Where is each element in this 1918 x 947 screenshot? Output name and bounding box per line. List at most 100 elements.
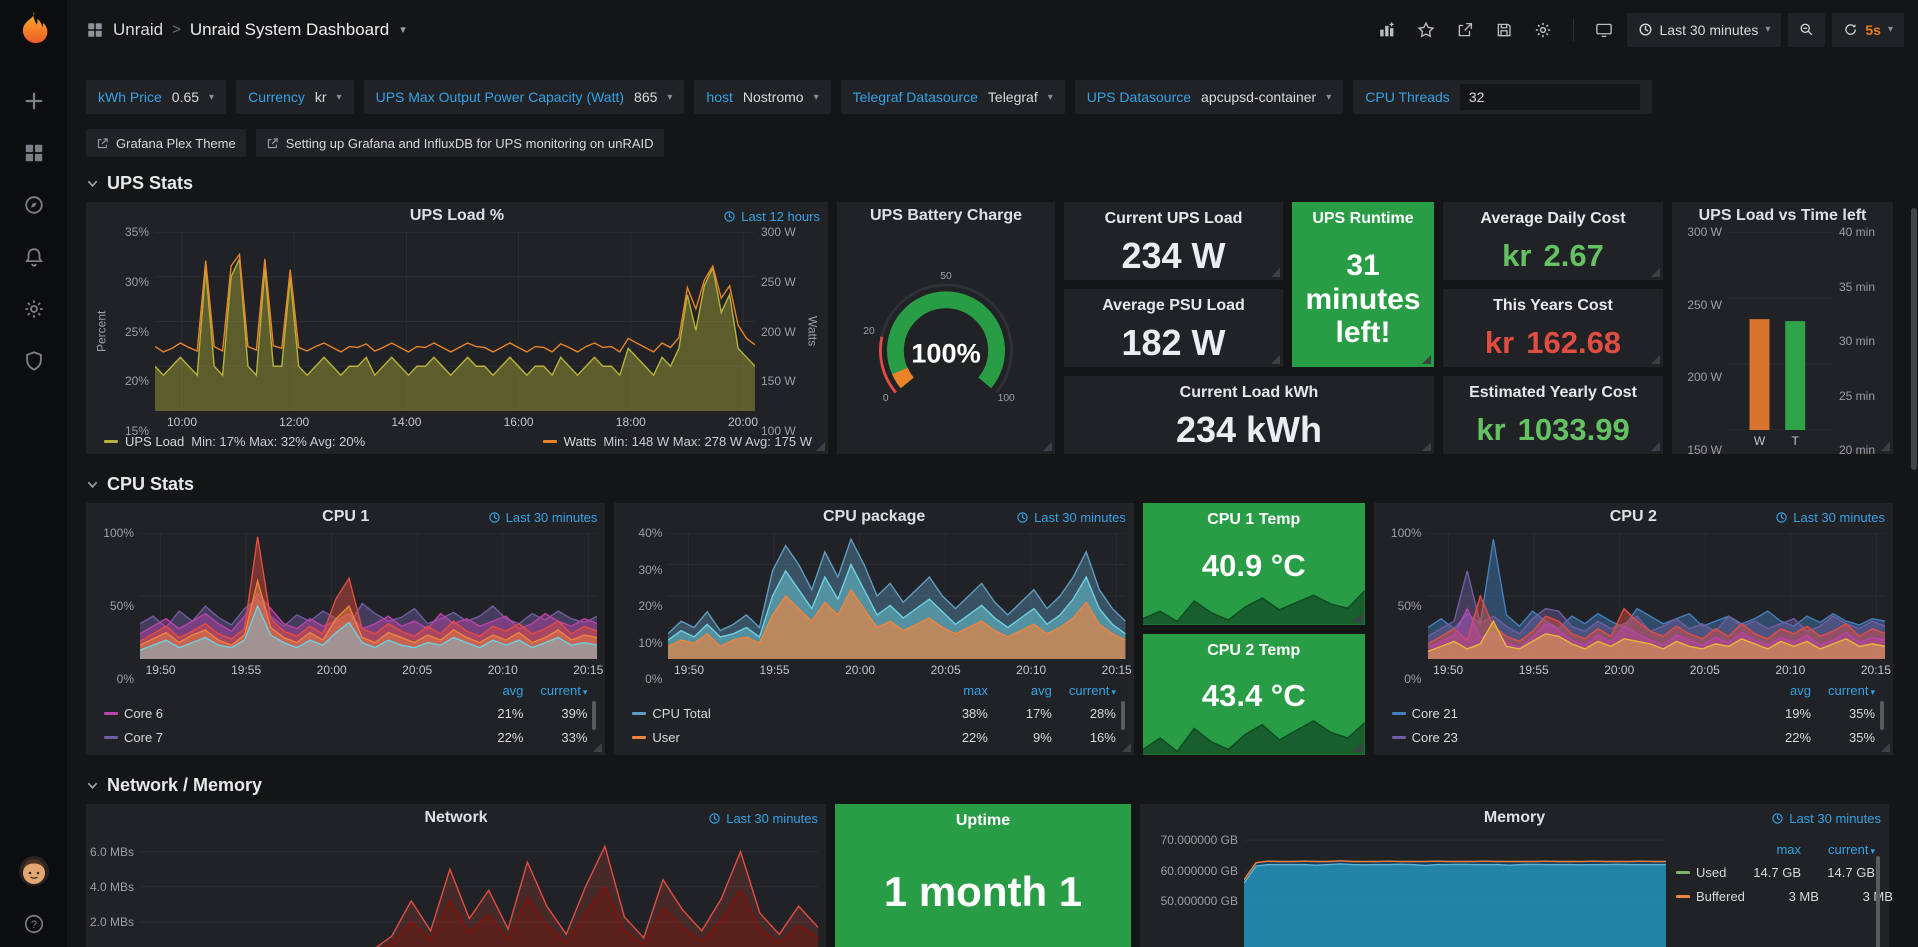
variable-currency[interactable]: Currencykr▾ [236,80,354,114]
variable-ups-datasource[interactable]: UPS Datasourceapcupsd-container▾ [1075,80,1344,114]
panel-title[interactable]: CPU 2 Temp [1143,634,1365,664]
links-row: Grafana Plex Theme Setting up Grafana and… [86,129,1918,157]
y-tick: 15% [125,424,149,438]
star-dashboard-button[interactable] [1410,14,1442,46]
plot-area[interactable] [1244,834,1666,947]
panel-time-range[interactable]: Last 30 minutes [708,804,818,832]
panel-cpu2-temp: CPU 2 Temp 43.4 °C [1143,634,1365,756]
panel-title[interactable]: This Years Cost [1443,289,1663,319]
panel-time-range[interactable]: Last 30 minutes [1016,503,1126,531]
plot-area[interactable] [1428,533,1885,659]
variable-telegraf-datasource[interactable]: Telegraf DatasourceTelegraf▾ [841,80,1065,114]
variable-label: CPU Threads [1365,89,1450,105]
panel-title[interactable]: CPU 1 [322,508,369,526]
legend-column-current[interactable]: current▾ [1811,683,1875,698]
legend-series-name[interactable]: Watts [564,434,597,449]
legend-series-name[interactable]: Core 21 [1412,706,1747,721]
user-avatar[interactable] [18,855,50,887]
legend-column-current[interactable]: current▾ [1801,842,1875,857]
sidebar-configuration-gear-icon[interactable] [21,296,47,322]
sidebar-alerting-icon[interactable] [21,244,47,270]
chevron-down-icon[interactable]: ▾ [400,23,406,36]
legend-column-current[interactable]: current▾ [523,683,587,698]
sidebar-admin-shield-icon[interactable] [21,348,47,374]
share-dashboard-button[interactable] [1449,14,1481,46]
time-range-picker[interactable]: Last 30 minutes ▾ [1627,13,1782,47]
y-tick: 150 W [761,374,796,388]
panel-cpu1-temp: CPU 1 Temp 40.9 °C [1143,503,1365,625]
sidebar-create-icon[interactable] [21,88,47,114]
section-header-network-memory[interactable]: Network / Memory [86,775,1918,796]
dashboard-link[interactable]: Setting up Grafana and InfluxDB for UPS … [256,129,664,157]
breadcrumb-folder[interactable]: Unraid [113,20,163,40]
legend-series-name[interactable]: CPU Total [652,706,923,721]
plot-area[interactable] [668,533,1125,659]
legend-scrollbar[interactable] [1121,701,1125,747]
panel-title[interactable]: Uptime [835,804,1131,834]
panel-title[interactable]: UPS Load % [410,207,504,225]
variable-input[interactable] [1460,84,1640,110]
help-icon[interactable]: ? [21,911,47,937]
panel-title[interactable]: Current UPS Load [1064,202,1283,232]
panel-title[interactable]: UPS Runtime [1292,202,1434,232]
refresh-controls[interactable]: 5s ▾ [1832,13,1904,47]
panel-time-range[interactable]: Last 30 minutes [488,503,598,531]
legend-column-avg[interactable]: avg [988,683,1052,698]
sidebar-dashboards-icon[interactable] [21,140,47,166]
zoom-out-button[interactable] [1788,13,1825,47]
section-header-ups[interactable]: UPS Stats [86,173,1918,194]
panel-title[interactable]: UPS Battery Charge [870,207,1022,225]
panel-title[interactable]: Current Load kWh [1064,376,1434,406]
tv-mode-button[interactable] [1588,14,1620,46]
dashboard-link[interactable]: Grafana Plex Theme [86,129,246,157]
variable-value: kr [315,89,327,105]
panel-title[interactable]: Estimated Yearly Cost [1443,376,1663,406]
plot-area[interactable] [1728,232,1833,430]
chevron-down-icon: ▾ [1765,24,1770,35]
plot-area[interactable] [140,533,597,659]
legend-series-name[interactable]: Used [1696,865,1727,880]
variable-kwh-price[interactable]: kWh Price0.65▾ [86,80,226,114]
legend-row: Core 2322%35% [1392,725,1875,749]
page-scrollbar-thumb[interactable] [1911,208,1917,470]
legend-scrollbar[interactable] [1880,701,1884,747]
legend-series-name[interactable]: Core 6 [124,706,459,721]
legend-series-name[interactable]: User [652,730,923,745]
variable-cpu-threads[interactable]: CPU Threads [1353,80,1652,114]
add-panel-button[interactable] [1371,14,1403,46]
panel-title[interactable]: Memory [1484,809,1545,827]
grafana-logo[interactable] [14,10,54,50]
section-header-cpu[interactable]: CPU Stats [86,474,1918,495]
panel-title[interactable]: UPS Load vs Time left [1699,207,1867,225]
panel-title[interactable]: Network [424,809,487,827]
legend-series-name[interactable]: Buffered [1696,889,1745,904]
panel-title[interactable]: CPU 1 Temp [1143,503,1365,533]
legend-column-max[interactable]: max [1727,842,1801,857]
panel-title[interactable]: CPU package [823,508,925,526]
panel-title[interactable]: Average PSU Load [1064,289,1283,319]
legend-series-name[interactable]: Core 23 [1412,730,1747,745]
save-dashboard-button[interactable] [1488,14,1520,46]
variable-ups-max-output-power-capacity-watt-[interactable]: UPS Max Output Power Capacity (Watt)865▾ [364,80,685,114]
legend-column-avg[interactable]: avg [1747,683,1811,698]
panel-time-range[interactable]: Last 30 minutes [1775,503,1885,531]
panel-title[interactable]: Average Daily Cost [1443,202,1663,232]
breadcrumb-dashboard-title[interactable]: Unraid System Dashboard [190,20,389,40]
legend-series-name[interactable]: Core 7 [124,730,459,745]
panel-time-range[interactable]: Last 30 minutes [1771,804,1881,832]
legend-column-current[interactable]: current▾ [1052,683,1116,698]
legend-color-swatch [104,440,118,443]
legend-scrollbar[interactable] [1876,856,1880,947]
plot-area[interactable] [155,232,755,411]
navbar-actions: Last 30 minutes ▾ 5s ▾ [1371,13,1904,47]
legend-scrollbar[interactable] [592,701,596,747]
legend-value: 33% [523,730,587,745]
legend-column-max[interactable]: max [924,683,988,698]
x-tick: 14:00 [391,415,421,429]
dashboard-settings-button[interactable] [1527,14,1559,46]
panel-title[interactable]: CPU 2 [1610,508,1657,526]
plot-area[interactable] [140,834,818,947]
sidebar-explore-icon[interactable] [21,192,47,218]
legend-column-avg[interactable]: avg [459,683,523,698]
variable-host[interactable]: hostNostromo▾ [694,80,830,114]
